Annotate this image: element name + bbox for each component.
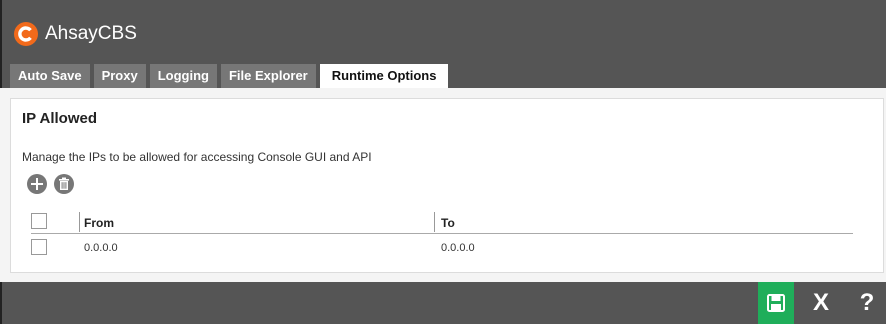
table-header: From To	[31, 210, 853, 234]
section-description: Manage the IPs to be allowed for accessi…	[22, 150, 372, 164]
column-header-to: To	[441, 216, 455, 230]
tab-bar: Auto Save Proxy Logging File Explorer Ru…	[10, 64, 452, 88]
save-button[interactable]	[758, 282, 794, 324]
floppy-disk-icon	[767, 294, 785, 312]
tab-auto-save[interactable]: Auto Save	[10, 64, 90, 88]
select-all-checkbox[interactable]	[31, 213, 47, 229]
plus-icon	[31, 178, 43, 190]
column-header-from: From	[84, 216, 114, 230]
trash-icon	[59, 177, 69, 190]
app-header: AhsayCBS	[0, 0, 886, 62]
app-title: AhsayCBS	[45, 23, 137, 44]
column-divider	[434, 212, 435, 232]
tab-file-explorer[interactable]: File Explorer	[220, 64, 316, 88]
section-title: IP Allowed	[22, 110, 98, 127]
column-divider	[79, 212, 80, 232]
tab-runtime-options[interactable]: Runtime Options	[319, 64, 449, 88]
add-ip-button[interactable]	[27, 174, 47, 194]
app-window: AhsayCBS Auto Save Proxy Logging File Ex…	[0, 0, 886, 324]
close-button[interactable]: X	[803, 282, 839, 324]
cell-to: 0.0.0.0	[441, 242, 475, 254]
ahsay-logo-icon	[14, 22, 38, 46]
table-row[interactable]: 0.0.0.0 0.0.0.0	[31, 236, 853, 258]
ip-allowed-panel: IP Allowed Manage the IPs to be allowed …	[10, 98, 884, 273]
help-button[interactable]: ?	[852, 282, 882, 324]
tab-logging[interactable]: Logging	[149, 64, 217, 88]
delete-ip-button[interactable]	[54, 174, 74, 194]
tab-proxy[interactable]: Proxy	[93, 64, 146, 88]
cell-from: 0.0.0.0	[84, 242, 118, 254]
row-checkbox[interactable]	[31, 239, 47, 255]
footer-bar: X ?	[0, 282, 886, 324]
